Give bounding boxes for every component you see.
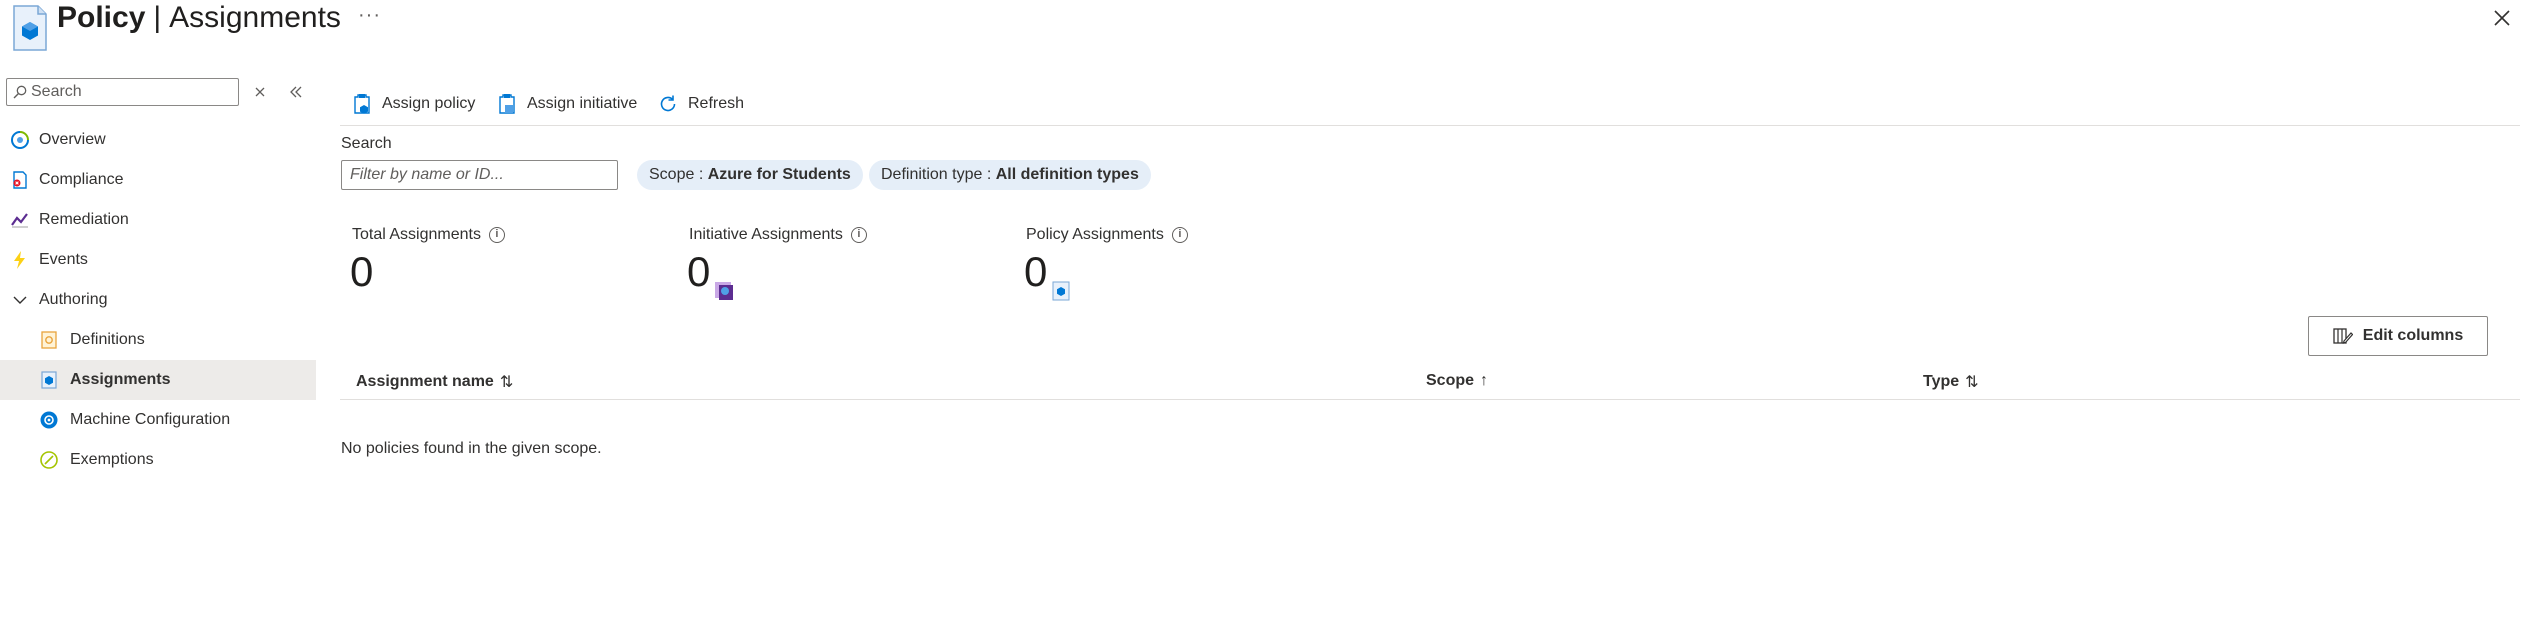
metric-initiative-assignments: Initiative Assignments i 0 (687, 226, 867, 300)
sidebar-nav: Overview Compliance Remediation Events A… (0, 120, 316, 480)
empty-state-message: No policies found in the given scope. (341, 440, 602, 457)
more-options-button[interactable]: ··· (358, 4, 381, 27)
scope-filter-value: Azure for Students (707, 166, 851, 183)
sidebar-item-label: Definitions (70, 331, 145, 348)
search-icon (13, 85, 27, 99)
assign-initiative-label: Assign initiative (527, 95, 638, 112)
machine-configuration-icon (40, 411, 58, 429)
blade-header: Policy | Assignments ··· (0, 0, 2525, 62)
metric-label: Total Assignments (352, 226, 481, 243)
assign-policy-icon (354, 94, 370, 114)
sidebar-search[interactable] (6, 78, 239, 106)
sidebar-item-events[interactable]: Events (0, 240, 316, 280)
sidebar-item-exemptions[interactable]: Exemptions (0, 440, 316, 480)
column-header-label: Assignment name (356, 373, 494, 390)
policy-icon (1052, 281, 1070, 301)
close-icon[interactable] (2490, 6, 2514, 30)
metric-total-assignments: Total Assignments i 0 (350, 226, 505, 295)
overview-icon (11, 131, 29, 149)
collapse-sidebar-icon[interactable] (286, 82, 306, 102)
page-title-sub: Assignments (169, 1, 341, 34)
column-header-label: Scope (1426, 372, 1475, 389)
expand-collapse-icon[interactable] (250, 82, 270, 102)
definition-type-filter-key: Definition type : (881, 166, 996, 183)
column-header-type[interactable]: Type ⇅ (1923, 372, 1979, 392)
filter-input[interactable] (341, 160, 618, 190)
assign-initiative-button[interactable]: Assign initiative (497, 90, 637, 118)
page-title: Policy | Assignments (57, 0, 341, 36)
command-bar: Assign policy Assign initiative Refresh (340, 82, 2520, 126)
chevron-down-icon (13, 296, 27, 304)
column-header-assignment-name[interactable]: Assignment name ⇅ (356, 372, 513, 392)
table-header: Assignment name ⇅ Scope ↑ Type ⇅ (340, 364, 2520, 400)
sidebar-item-label: Remediation (39, 211, 129, 228)
metric-label: Policy Assignments (1026, 226, 1164, 243)
refresh-icon (660, 95, 676, 112)
definitions-icon (41, 331, 57, 349)
definition-type-filter-pill[interactable]: Definition type : All definition types (869, 160, 1151, 190)
initiative-icon (715, 282, 733, 300)
main-content: Assign policy Assign initiative Refresh … (340, 82, 2525, 624)
metric-label: Initiative Assignments (689, 226, 843, 243)
sidebar-item-label: Overview (39, 131, 106, 148)
info-icon[interactable]: i (850, 227, 867, 243)
assign-policy-button[interactable]: Assign policy (352, 90, 475, 118)
compliance-icon (13, 171, 27, 189)
definition-type-filter-value: All definition types (995, 166, 1139, 183)
assignments-icon (41, 371, 57, 389)
sidebar-item-label: Exemptions (70, 451, 154, 468)
edit-columns-button[interactable]: Edit columns (2308, 316, 2488, 356)
sidebar-search-input[interactable] (31, 83, 231, 101)
remediation-icon (11, 213, 28, 228)
sidebar-item-label: Events (39, 251, 88, 268)
metric-policy-assignments: Policy Assignments i 0 (1024, 226, 1188, 301)
metric-value: 0 (1024, 248, 1048, 295)
edit-columns-icon (2333, 328, 2353, 344)
refresh-label: Refresh (688, 95, 745, 112)
events-icon (14, 251, 25, 269)
sidebar: Overview Compliance Remediation Events (0, 72, 316, 624)
metric-value: 0 (350, 248, 374, 295)
sidebar-group-authoring[interactable]: Authoring (0, 280, 316, 320)
info-icon[interactable]: i (488, 227, 505, 243)
search-label: Search (341, 135, 392, 152)
sidebar-item-label: Compliance (39, 171, 124, 188)
column-header-scope[interactable]: Scope ↑ (1426, 372, 1488, 390)
title-separator: | (153, 1, 162, 34)
column-header-label: Type (1923, 373, 1960, 390)
page-title-main: Policy (57, 1, 146, 34)
sidebar-item-overview[interactable]: Overview (0, 120, 316, 160)
sidebar-item-label: Machine Configuration (70, 411, 231, 428)
sidebar-item-compliance[interactable]: Compliance (0, 160, 316, 200)
assign-initiative-icon (499, 94, 515, 114)
info-icon[interactable]: i (1171, 227, 1188, 243)
exemptions-icon (40, 451, 58, 469)
sort-icon: ⇅ (1965, 374, 1979, 391)
sidebar-item-definitions[interactable]: Definitions (0, 320, 316, 360)
sort-ascending-icon: ↑ (1480, 372, 1489, 389)
sidebar-item-label: Authoring (39, 291, 108, 308)
assign-policy-label: Assign policy (382, 95, 476, 112)
sidebar-item-remediation[interactable]: Remediation (0, 200, 316, 240)
sidebar-item-label: Assignments (70, 371, 171, 388)
scope-filter-pill[interactable]: Scope : Azure for Students (637, 160, 863, 190)
metric-value: 0 (687, 248, 711, 295)
sort-icon: ⇅ (499, 374, 514, 391)
sidebar-item-machine-configuration[interactable]: Machine Configuration (0, 400, 316, 440)
refresh-button[interactable]: Refresh (658, 90, 744, 118)
edit-columns-label: Edit columns (2362, 327, 2464, 344)
sidebar-item-assignments[interactable]: Assignments (0, 360, 316, 400)
policy-logo-icon (13, 5, 47, 51)
scope-filter-key: Scope : (649, 166, 708, 183)
